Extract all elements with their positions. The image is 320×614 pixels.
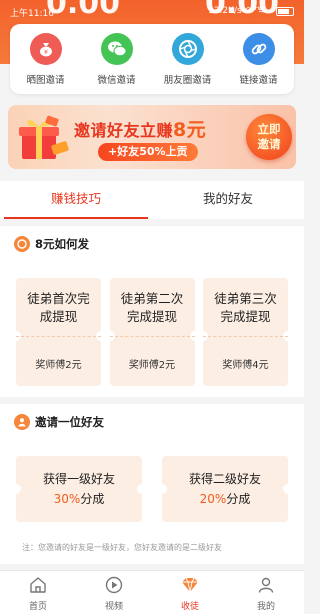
ticket-divider [16,336,101,337]
share-option-moments[interactable]: 朋友圈邀请 [156,33,220,94]
share-option-label: 朋友圈邀请 [163,75,212,86]
invite-now-button[interactable]: 立即 邀请 [246,114,292,160]
commission-ticket-level2: 获得二级好友 20%分成 [157,456,293,522]
share-option-wechat[interactable]: 微信邀请 [85,33,149,94]
section-header: 8元如何发 [14,236,89,252]
section-header: 邀请一位好友 [14,414,104,430]
tab-my-friends[interactable]: 我的好友 [152,181,304,219]
money-bag-icon: ¥ [29,33,62,65]
nav-label: 首页 [28,602,47,612]
wifi-icon: ≋ [258,5,267,16]
bottom-nav: 首页 视频 收徒 我的 [0,570,304,614]
ticket-notch [157,484,167,494]
svg-text:¥: ¥ [43,48,47,56]
coin-icon [14,236,30,252]
step-title: 徒弟首次完成提现 [27,291,90,324]
battery-icon [276,7,294,16]
home-icon [30,577,46,593]
status-network: 13.2K/s ⊘ ᴴᴰ [208,6,264,16]
nav-label: 收徒 [180,602,199,612]
section-title: 邀请一位好友 [35,415,104,429]
nav-label: 我的 [256,602,275,612]
step-reward: 奖师傅2元 [35,360,82,371]
status-time: 上午11:16 [10,9,54,19]
invite-now-line1: 立即 [257,122,281,136]
ticket-divider [109,336,195,337]
share-options-card: ¥ 晒图邀请 微信邀请 朋友圈邀请 链接邀请 [10,24,294,94]
share-option-label: 晒图邀请 [26,75,65,86]
nav-home[interactable]: 首页 [0,571,76,614]
commission-percent: 30% [53,492,81,506]
invite-banner[interactable]: 邀请好友立赚8元 +好友50%上贡 立即 邀请 [8,105,296,169]
reward-step-card: 徒弟第三次完成提现 奖师傅4元 [203,278,288,386]
section-title: 8元如何发 [35,237,90,251]
commission-percent: 20% [199,492,227,506]
tab-bar: 赚钱技巧 我的好友 [0,181,304,219]
banner-title-text: 邀请好友立赚 [74,121,174,140]
reward-distribution-section: 8元如何发 徒弟首次完成提现 奖师傅2元 徒弟第二次完成提现 奖师傅2元 徒弟第… [0,226,304,397]
tab-earning-tips[interactable]: 赚钱技巧 [0,181,152,219]
step-title: 徒弟第三次完成提现 [214,291,277,324]
user-icon [258,577,274,593]
step-title: 徒弟第二次完成提现 [120,291,184,324]
invite-friend-section: 邀请一位好友 获得一级好友 30%分成 获得二级好友 20%分成 注：您邀请的好… [0,404,304,564]
commission-tickets: 获得一级好友 30%分成 获得二级好友 20%分成 [11,456,293,522]
ticket-title: 获得一级好友 [42,472,115,486]
ticket-divider [203,336,288,337]
play-icon [105,576,123,594]
reward-step-card: 徒弟第二次完成提现 奖师傅2元 [109,278,195,386]
commission-suffix: 分成 [226,492,251,506]
ticket-notch [11,484,21,494]
moments-shutter-icon [171,33,204,65]
diamond-icon [182,577,198,593]
banner-subtitle: +好友50%上贡 [98,143,198,161]
link-icon [242,33,275,65]
ticket-commission: 20%分成 [162,490,288,507]
invite-now-line2: 邀请 [257,137,281,151]
ticket-notch [137,484,147,494]
commission-ticket-level1: 获得一级好友 30%分成 [11,456,147,522]
reward-steps: 徒弟首次完成提现 奖师傅2元 徒弟第二次完成提现 奖师傅2元 徒弟第三次完成提现… [16,278,288,386]
share-option-link[interactable]: 链接邀请 [227,33,291,94]
friend-level-note: 注：您邀请的好友是一级好友，您好友邀请的是二级好友 [22,543,222,552]
ticket-notch [283,484,293,494]
share-option-label: 微信邀请 [97,75,136,86]
user-icon [14,414,30,430]
ticket-commission: 30%分成 [16,490,142,507]
nav-label: 视频 [104,602,123,612]
reward-step-card: 徒弟首次完成提现 奖师傅2元 [16,278,101,386]
nav-profile[interactable]: 我的 [228,571,304,614]
step-reward: 奖师傅4元 [222,360,269,371]
banner-title: 邀请好友立赚8元 [74,115,206,142]
commission-suffix: 分成 [80,492,105,506]
gift-icon [19,115,69,159]
banner-amount: 8元 [173,119,207,141]
nav-apprentice[interactable]: 收徒 [152,571,228,614]
status-bar: 上午11:16 13.2K/s ⊘ ᴴᴰ ≋ [0,0,304,22]
ticket-title: 获得二级好友 [188,472,261,486]
share-option-photo[interactable]: ¥ 晒图邀请 [14,33,78,94]
share-option-label: 链接邀请 [239,75,278,86]
step-reward: 奖师傅2元 [128,360,176,371]
wechat-icon [100,33,133,65]
nav-video[interactable]: 视频 [76,571,152,614]
